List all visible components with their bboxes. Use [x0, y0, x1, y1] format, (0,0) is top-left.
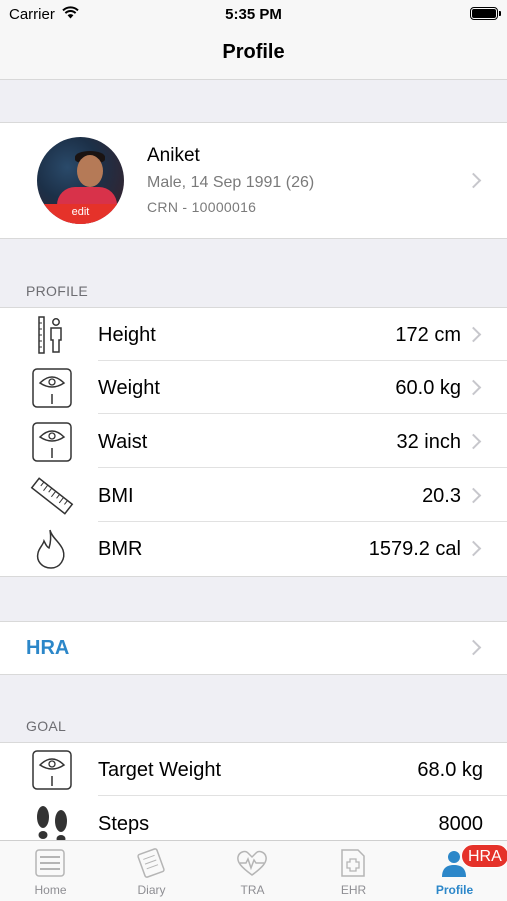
- tab-home[interactable]: Home: [0, 841, 101, 901]
- hra-row[interactable]: HRA: [0, 621, 507, 675]
- chevron-right-icon: [465, 487, 482, 504]
- row-value: 1579.2 cal: [368, 538, 461, 560]
- page-title: Profile: [222, 41, 285, 63]
- tab-label: EHR: [340, 883, 367, 897]
- diary-icon: [137, 848, 165, 878]
- chevron-right-icon: [465, 326, 482, 343]
- row-label: Weight: [98, 377, 160, 399]
- row-label: BMR: [98, 538, 143, 560]
- heart-pulse-icon: [237, 850, 267, 876]
- list-item-waist[interactable]: Waist 32 inch: [0, 415, 507, 468]
- list-item-target-weight[interactable]: Target Weight 68.0 kg: [0, 743, 507, 796]
- profile-details: Male, 14 Sep 1991 (26): [147, 174, 315, 191]
- row-value: 32 inch: [396, 431, 462, 453]
- footsteps-icon: [37, 806, 67, 843]
- navigation-bar: Profile: [0, 30, 507, 80]
- medical-record-icon: [341, 849, 365, 877]
- height-icon: [38, 316, 62, 354]
- row-label: Target Weight: [98, 759, 222, 781]
- row-value: 8000: [438, 813, 484, 835]
- chevron-right-icon: [465, 172, 482, 189]
- hra-badge: HRA: [461, 844, 507, 868]
- scale-icon: [32, 422, 72, 462]
- section-header-profile: PROFILE: [26, 283, 89, 299]
- goal-list: Target Weight 68.0 kg Steps 8000: [0, 742, 507, 854]
- list-item-bmr[interactable]: BMR 1579.2 cal: [0, 522, 507, 575]
- tab-tra[interactable]: TRA: [202, 841, 303, 901]
- profile-name: Aniket: [147, 145, 200, 166]
- tab-label: Home: [34, 883, 67, 897]
- row-label: Waist: [98, 431, 148, 453]
- profile-crn: CRN - 10000016: [147, 199, 257, 215]
- scale-icon: [32, 368, 72, 408]
- clock: 5:35 PM: [225, 6, 282, 23]
- battery-icon: [470, 7, 501, 20]
- list-item-height[interactable]: Height 172 cm: [0, 308, 507, 361]
- tab-ehr[interactable]: EHR: [303, 841, 404, 901]
- chevron-right-icon: [465, 433, 482, 450]
- profile-list: Height 172 cm Weight 60.0 kg Waist 32 in…: [0, 307, 507, 577]
- row-value: 20.3: [422, 485, 461, 507]
- tab-label: Diary: [137, 883, 166, 897]
- flame-icon: [36, 529, 65, 569]
- section-header-goal: GOAL: [26, 718, 67, 734]
- row-value: 172 cm: [395, 324, 461, 346]
- status-bar: Carrier 5:35 PM: [0, 0, 507, 30]
- list-item-weight[interactable]: Weight 60.0 kg: [0, 361, 507, 414]
- tab-diary[interactable]: Diary: [101, 841, 202, 901]
- ruler-icon: [30, 477, 74, 515]
- tab-label: TRA: [240, 883, 265, 897]
- chevron-right-icon: [465, 639, 482, 656]
- scale-icon: [32, 750, 72, 790]
- row-label: Height: [98, 324, 156, 346]
- row-value: 68.0 kg: [417, 759, 483, 781]
- row-value: 60.0 kg: [395, 377, 461, 399]
- avatar-edit-button[interactable]: edit: [37, 204, 124, 224]
- profile-card[interactable]: edit Aniket Male, 14 Sep 1991 (26) CRN -…: [0, 122, 507, 239]
- avatar[interactable]: edit: [37, 137, 124, 224]
- row-label: Steps: [98, 813, 150, 835]
- chevron-right-icon: [465, 379, 482, 396]
- chevron-right-icon: [465, 540, 482, 557]
- tab-label: Profile: [435, 883, 474, 897]
- tab-bar: Home Diary TRA EHR Profile: [0, 840, 507, 901]
- list-item-bmi[interactable]: BMI 20.3: [0, 469, 507, 522]
- home-icon: [35, 849, 65, 877]
- hra-label: HRA: [26, 637, 70, 659]
- row-label: BMI: [98, 485, 134, 507]
